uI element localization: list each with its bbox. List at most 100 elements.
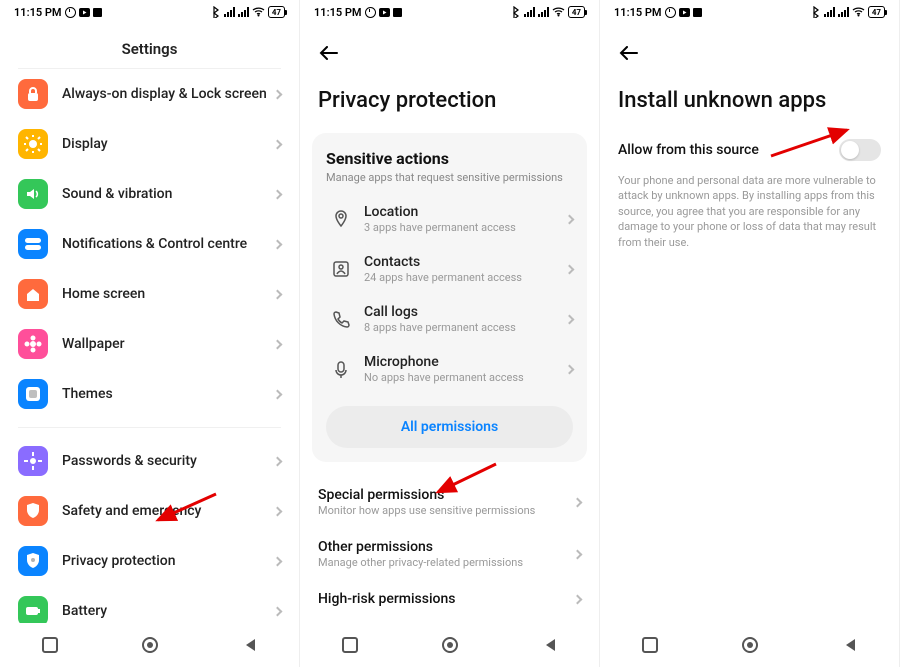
- chevron-right-icon: [274, 91, 281, 98]
- chevron-right-icon: [274, 391, 281, 398]
- mic-icon: [326, 359, 356, 379]
- chevron-right-icon: [274, 458, 281, 465]
- signal-icon: [824, 7, 835, 17]
- chevron-right-icon: [274, 341, 281, 348]
- divider: [18, 427, 281, 428]
- back-button[interactable]: [618, 42, 640, 64]
- settings-item-gear[interactable]: Passwords & security: [0, 436, 299, 486]
- nav-home-icon[interactable]: [741, 636, 759, 654]
- sun-icon: [18, 129, 48, 159]
- signal-icon-2: [238, 7, 249, 17]
- perm-row-special-permissions[interactable]: Special permissionsMonitor how apps use …: [300, 476, 599, 528]
- sensitive-card: Sensitive actions Manage apps that reque…: [312, 133, 587, 462]
- stop-icon: [393, 8, 402, 17]
- item-label: Passwords & security: [62, 453, 274, 469]
- nav-bar: [300, 623, 599, 667]
- perm-row-other-permissions[interactable]: Other permissionsManage other privacy-re…: [300, 528, 599, 580]
- battery-icon: [18, 596, 48, 623]
- bluetooth-icon: [811, 6, 821, 18]
- battery-icon: 47: [268, 6, 285, 18]
- toggle-switch[interactable]: [839, 139, 881, 161]
- back-button[interactable]: [318, 42, 340, 64]
- nav-back-icon[interactable]: [843, 637, 857, 653]
- switch-icon: [18, 229, 48, 259]
- screen-privacy: 11:15 PM 47 Privacy protection Sensitive…: [300, 0, 600, 667]
- chevron-right-icon: [574, 551, 581, 558]
- stop-icon: [93, 8, 102, 17]
- permissions-list: Special permissionsMonitor how apps use …: [300, 476, 599, 618]
- item-label: Home screen: [62, 286, 274, 302]
- perm-sub: 3 apps have permanent access: [364, 221, 566, 234]
- perm-phone[interactable]: Call logs8 apps have permanent access: [326, 294, 573, 344]
- allow-source-row[interactable]: Allow from this source: [600, 133, 899, 173]
- settings-item-theme[interactable]: Themes: [0, 369, 299, 419]
- chevron-right-icon: [566, 366, 573, 373]
- nav-home-icon[interactable]: [441, 636, 459, 654]
- perm-label: Microphone: [364, 354, 566, 370]
- chevron-right-icon: [274, 558, 281, 565]
- row-label: Special permissions: [318, 487, 574, 503]
- wifi-icon: [252, 7, 265, 17]
- chevron-right-icon: [274, 241, 281, 248]
- perm-label: Call logs: [364, 304, 566, 320]
- signal-icon: [224, 7, 235, 17]
- flower-icon: [18, 329, 48, 359]
- chevron-right-icon: [274, 508, 281, 515]
- chevron-right-icon: [574, 499, 581, 506]
- item-label: Always-on display & Lock screen: [62, 86, 274, 102]
- perm-mic[interactable]: MicrophoneNo apps have permanent access: [326, 344, 573, 394]
- nav-back-icon[interactable]: [543, 637, 557, 653]
- row-label: Other permissions: [318, 539, 574, 555]
- item-label: Battery: [62, 603, 274, 619]
- status-bar: 11:15 PM 47: [300, 0, 599, 24]
- status-time: 11:15 PM: [614, 6, 662, 19]
- settings-item-sun[interactable]: Display: [0, 119, 299, 169]
- nav-home-icon[interactable]: [141, 636, 159, 654]
- alarm-icon: [665, 7, 676, 18]
- nav-recent-icon[interactable]: [642, 637, 658, 653]
- all-permissions-button[interactable]: All permissions: [326, 406, 573, 448]
- page-title: Settings: [0, 24, 299, 68]
- perm-sub: 8 apps have permanent access: [364, 321, 566, 334]
- settings-item-lock[interactable]: Always-on display & Lock screen: [0, 69, 299, 119]
- chevron-right-icon: [566, 316, 573, 323]
- settings-item-privacy[interactable]: Privacy protection: [0, 536, 299, 586]
- settings-item-home[interactable]: Home screen: [0, 269, 299, 319]
- status-bar: 11:15 PM 47: [600, 0, 899, 24]
- theme-icon: [18, 379, 48, 409]
- nav-bar: [0, 623, 299, 667]
- chevron-right-icon: [274, 608, 281, 615]
- settings-item-battery[interactable]: Battery: [0, 586, 299, 623]
- signal-icon-2: [838, 7, 849, 17]
- perm-label: Location: [364, 204, 566, 220]
- screen-settings: 11:15 PM 47 Settings Always-on display &…: [0, 0, 300, 667]
- item-label: Display: [62, 136, 274, 152]
- nav-recent-icon[interactable]: [42, 637, 58, 653]
- header: [300, 24, 599, 70]
- perm-row-high-risk-permissions[interactable]: High-risk permissions: [300, 580, 599, 618]
- perm-pin[interactable]: Location3 apps have permanent access: [326, 194, 573, 244]
- chevron-right-icon: [574, 596, 581, 603]
- row-sub: Manage other privacy-related permissions: [318, 556, 574, 569]
- pin-icon: [326, 209, 356, 229]
- lock-icon: [18, 79, 48, 109]
- signal-icon-2: [538, 7, 549, 17]
- battery-icon: 47: [568, 6, 585, 18]
- header: [600, 24, 899, 70]
- nav-back-icon[interactable]: [243, 637, 257, 653]
- item-label: Sound & vibration: [62, 186, 274, 202]
- item-label: Themes: [62, 386, 274, 402]
- settings-item-sound[interactable]: Sound & vibration: [0, 169, 299, 219]
- youtube-icon: [79, 8, 90, 17]
- item-label: Safety and emergency: [62, 503, 274, 519]
- nav-recent-icon[interactable]: [342, 637, 358, 653]
- contact-icon: [326, 259, 356, 279]
- row-label: High-risk permissions: [318, 591, 574, 607]
- settings-item-switch[interactable]: Notifications & Control centre: [0, 219, 299, 269]
- perm-contact[interactable]: Contacts24 apps have permanent access: [326, 244, 573, 294]
- nav-bar: [600, 623, 899, 667]
- settings-item-shield[interactable]: Safety and emergency: [0, 486, 299, 536]
- settings-item-flower[interactable]: Wallpaper: [0, 319, 299, 369]
- youtube-icon: [379, 8, 390, 17]
- chevron-right-icon: [566, 266, 573, 273]
